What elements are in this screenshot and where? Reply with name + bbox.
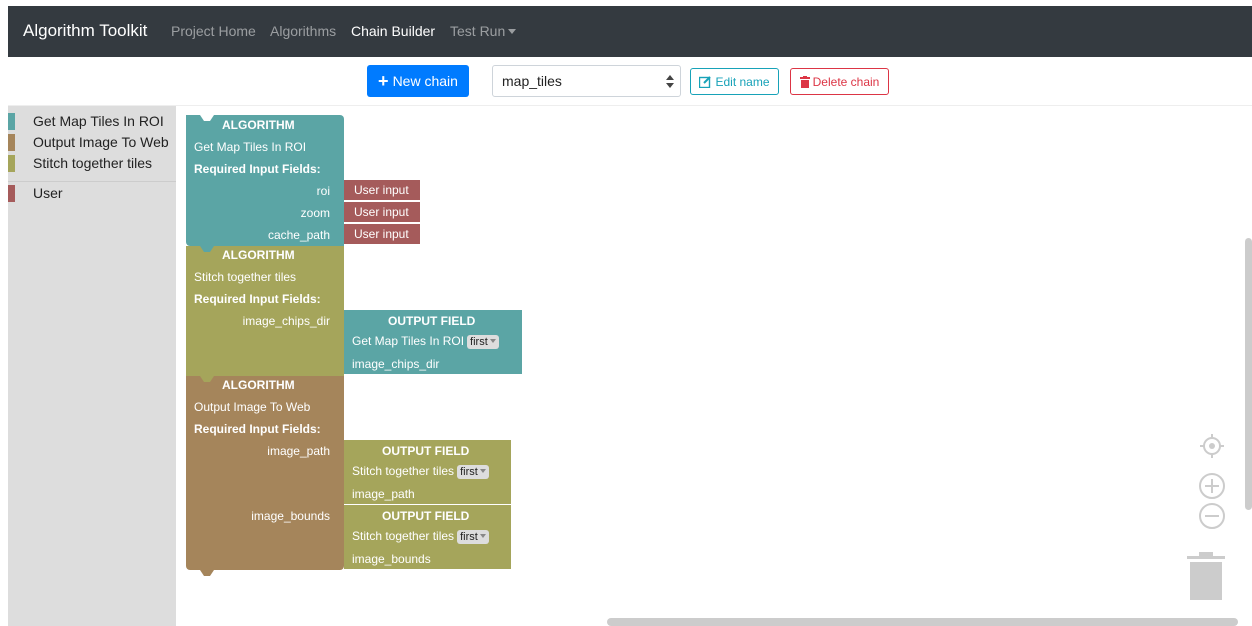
user-input-label: User input [354,227,409,241]
output-source-label: Get Map Tiles In ROI [352,334,465,348]
user-input-label: User input [354,205,409,219]
block-notch [200,570,214,576]
instance-dropdown[interactable]: first [467,335,499,349]
output-field-header: OUTPUT FIELD [382,509,470,523]
zoom-out-icon[interactable] [1198,502,1226,530]
field-label: cache_path [267,228,330,242]
block-notch [200,246,214,252]
category-swatch [8,113,15,130]
delete-chain-button[interactable]: Delete chain [790,68,889,95]
category-swatch [8,185,15,202]
block-name: Stitch together tiles [194,270,297,284]
nav-chain-builder[interactable]: Chain Builder [351,23,435,39]
delete-chain-label: Delete chain [812,74,880,89]
horizontal-scrollbar[interactable] [607,618,1238,626]
blockly-toolbox: Get Map Tiles In ROI Output Image To Web… [8,106,176,626]
chain-select-value: map_tiles [502,73,562,89]
toolbox-item-get-map-tiles[interactable]: Get Map Tiles In ROI [8,111,176,131]
edit-name-button[interactable]: Edit name [690,68,779,95]
output-field-header: OUTPUT FIELD [388,314,476,328]
field-label: image_bounds [251,509,330,523]
blockly-workspace[interactable]: ALGORITHM Get Map Tiles In ROI Required … [176,106,1252,626]
chevron-down-icon [479,534,486,538]
new-chain-button[interactable]: + New chain [367,65,469,97]
field-label: zoom [300,206,330,220]
nav-test-run-label: Test Run [450,23,506,39]
trash-icon [799,75,810,88]
block-required-label: Required Input Fields: [194,292,321,306]
category-swatch [8,155,15,172]
algorithm-block-stitch-tiles[interactable]: ALGORITHM Stitch together tiles Required… [186,246,344,376]
dropdown-value: first [460,466,478,478]
nav-test-run[interactable]: Test Run [450,23,517,39]
edit-icon [699,75,712,88]
output-field-name: image_chips_dir [352,357,440,371]
chain-select[interactable]: map_tiles [492,65,681,97]
dropdown-value: first [470,336,488,348]
toolbox-separator [8,181,176,182]
field-label: roi [316,184,330,198]
block-required-label: Required Input Fields: [194,162,321,176]
output-field-name: image_bounds [352,552,431,566]
nav-algorithms[interactable]: Algorithms [270,23,336,39]
dropdown-value: first [460,531,478,543]
zoom-in-icon[interactable] [1198,472,1226,500]
app-brand[interactable]: Algorithm Toolkit [23,21,147,41]
toolbox-item-output-image[interactable]: Output Image To Web [8,132,176,152]
block-header: ALGORITHM [222,378,295,392]
toolbox-item-label: Stitch together tiles [33,155,153,171]
toolbox-item-user[interactable]: User [8,183,176,203]
output-field-source: Get Map Tiles In ROI first [352,334,499,349]
toolbox-item-label: Get Map Tiles In ROI [33,113,164,129]
block-required-label: Required Input Fields: [194,422,321,436]
user-input-block[interactable]: User input [344,202,420,222]
user-input-block[interactable]: User input [344,180,420,200]
block-notch [200,376,214,382]
field-label: image_chips_dir [242,314,330,328]
plus-icon: + [378,71,389,91]
chevron-down-icon [508,29,517,34]
recenter-icon[interactable] [1200,434,1224,458]
output-field-name: image_path [352,487,415,501]
block-header: ALGORITHM [222,248,295,262]
nav-project-home[interactable]: Project Home [171,23,256,39]
category-swatch [8,134,15,151]
block-name: Output Image To Web [194,400,311,414]
instance-dropdown[interactable]: first [457,465,489,479]
block-header: ALGORITHM [222,118,295,132]
chevron-down-icon [489,339,496,343]
output-field-block[interactable]: OUTPUT FIELD Stitch together tiles first … [344,505,511,569]
user-input-label: User input [354,183,409,197]
output-field-header: OUTPUT FIELD [382,444,470,458]
output-source-label: Stitch together tiles [352,529,455,543]
field-label: image_path [267,444,330,458]
user-input-block[interactable]: User input [344,224,420,244]
toolbox-item-label: Output Image To Web [33,134,169,150]
toolbox-item-stitch-tiles[interactable]: Stitch together tiles [8,153,176,173]
chevron-down-icon [479,469,486,473]
output-field-source: Stitch together tiles first [352,529,489,544]
vertical-scrollbar[interactable] [1245,238,1252,510]
algorithm-block-output-image[interactable]: ALGORITHM Output Image To Web Required I… [186,376,344,570]
select-arrows-icon [666,75,674,88]
output-field-source: Stitch together tiles first [352,464,489,479]
algorithm-block-get-map-tiles[interactable]: ALGORITHM Get Map Tiles In ROI Required … [186,115,344,246]
instance-dropdown[interactable]: first [457,530,489,544]
block-notch [200,115,214,121]
edit-name-label: Edit name [715,74,770,89]
trash-can-icon[interactable] [1187,552,1225,602]
output-source-label: Stitch together tiles [352,464,455,478]
output-field-block[interactable]: OUTPUT FIELD Get Map Tiles In ROI first i… [344,310,522,374]
toolbox-item-label: User [33,185,63,201]
top-navbar: Algorithm Toolkit Project Home Algorithm… [8,6,1252,57]
output-field-block[interactable]: OUTPUT FIELD Stitch together tiles first … [344,440,511,504]
new-chain-label: New chain [392,73,458,89]
block-name: Get Map Tiles In ROI [194,140,307,154]
